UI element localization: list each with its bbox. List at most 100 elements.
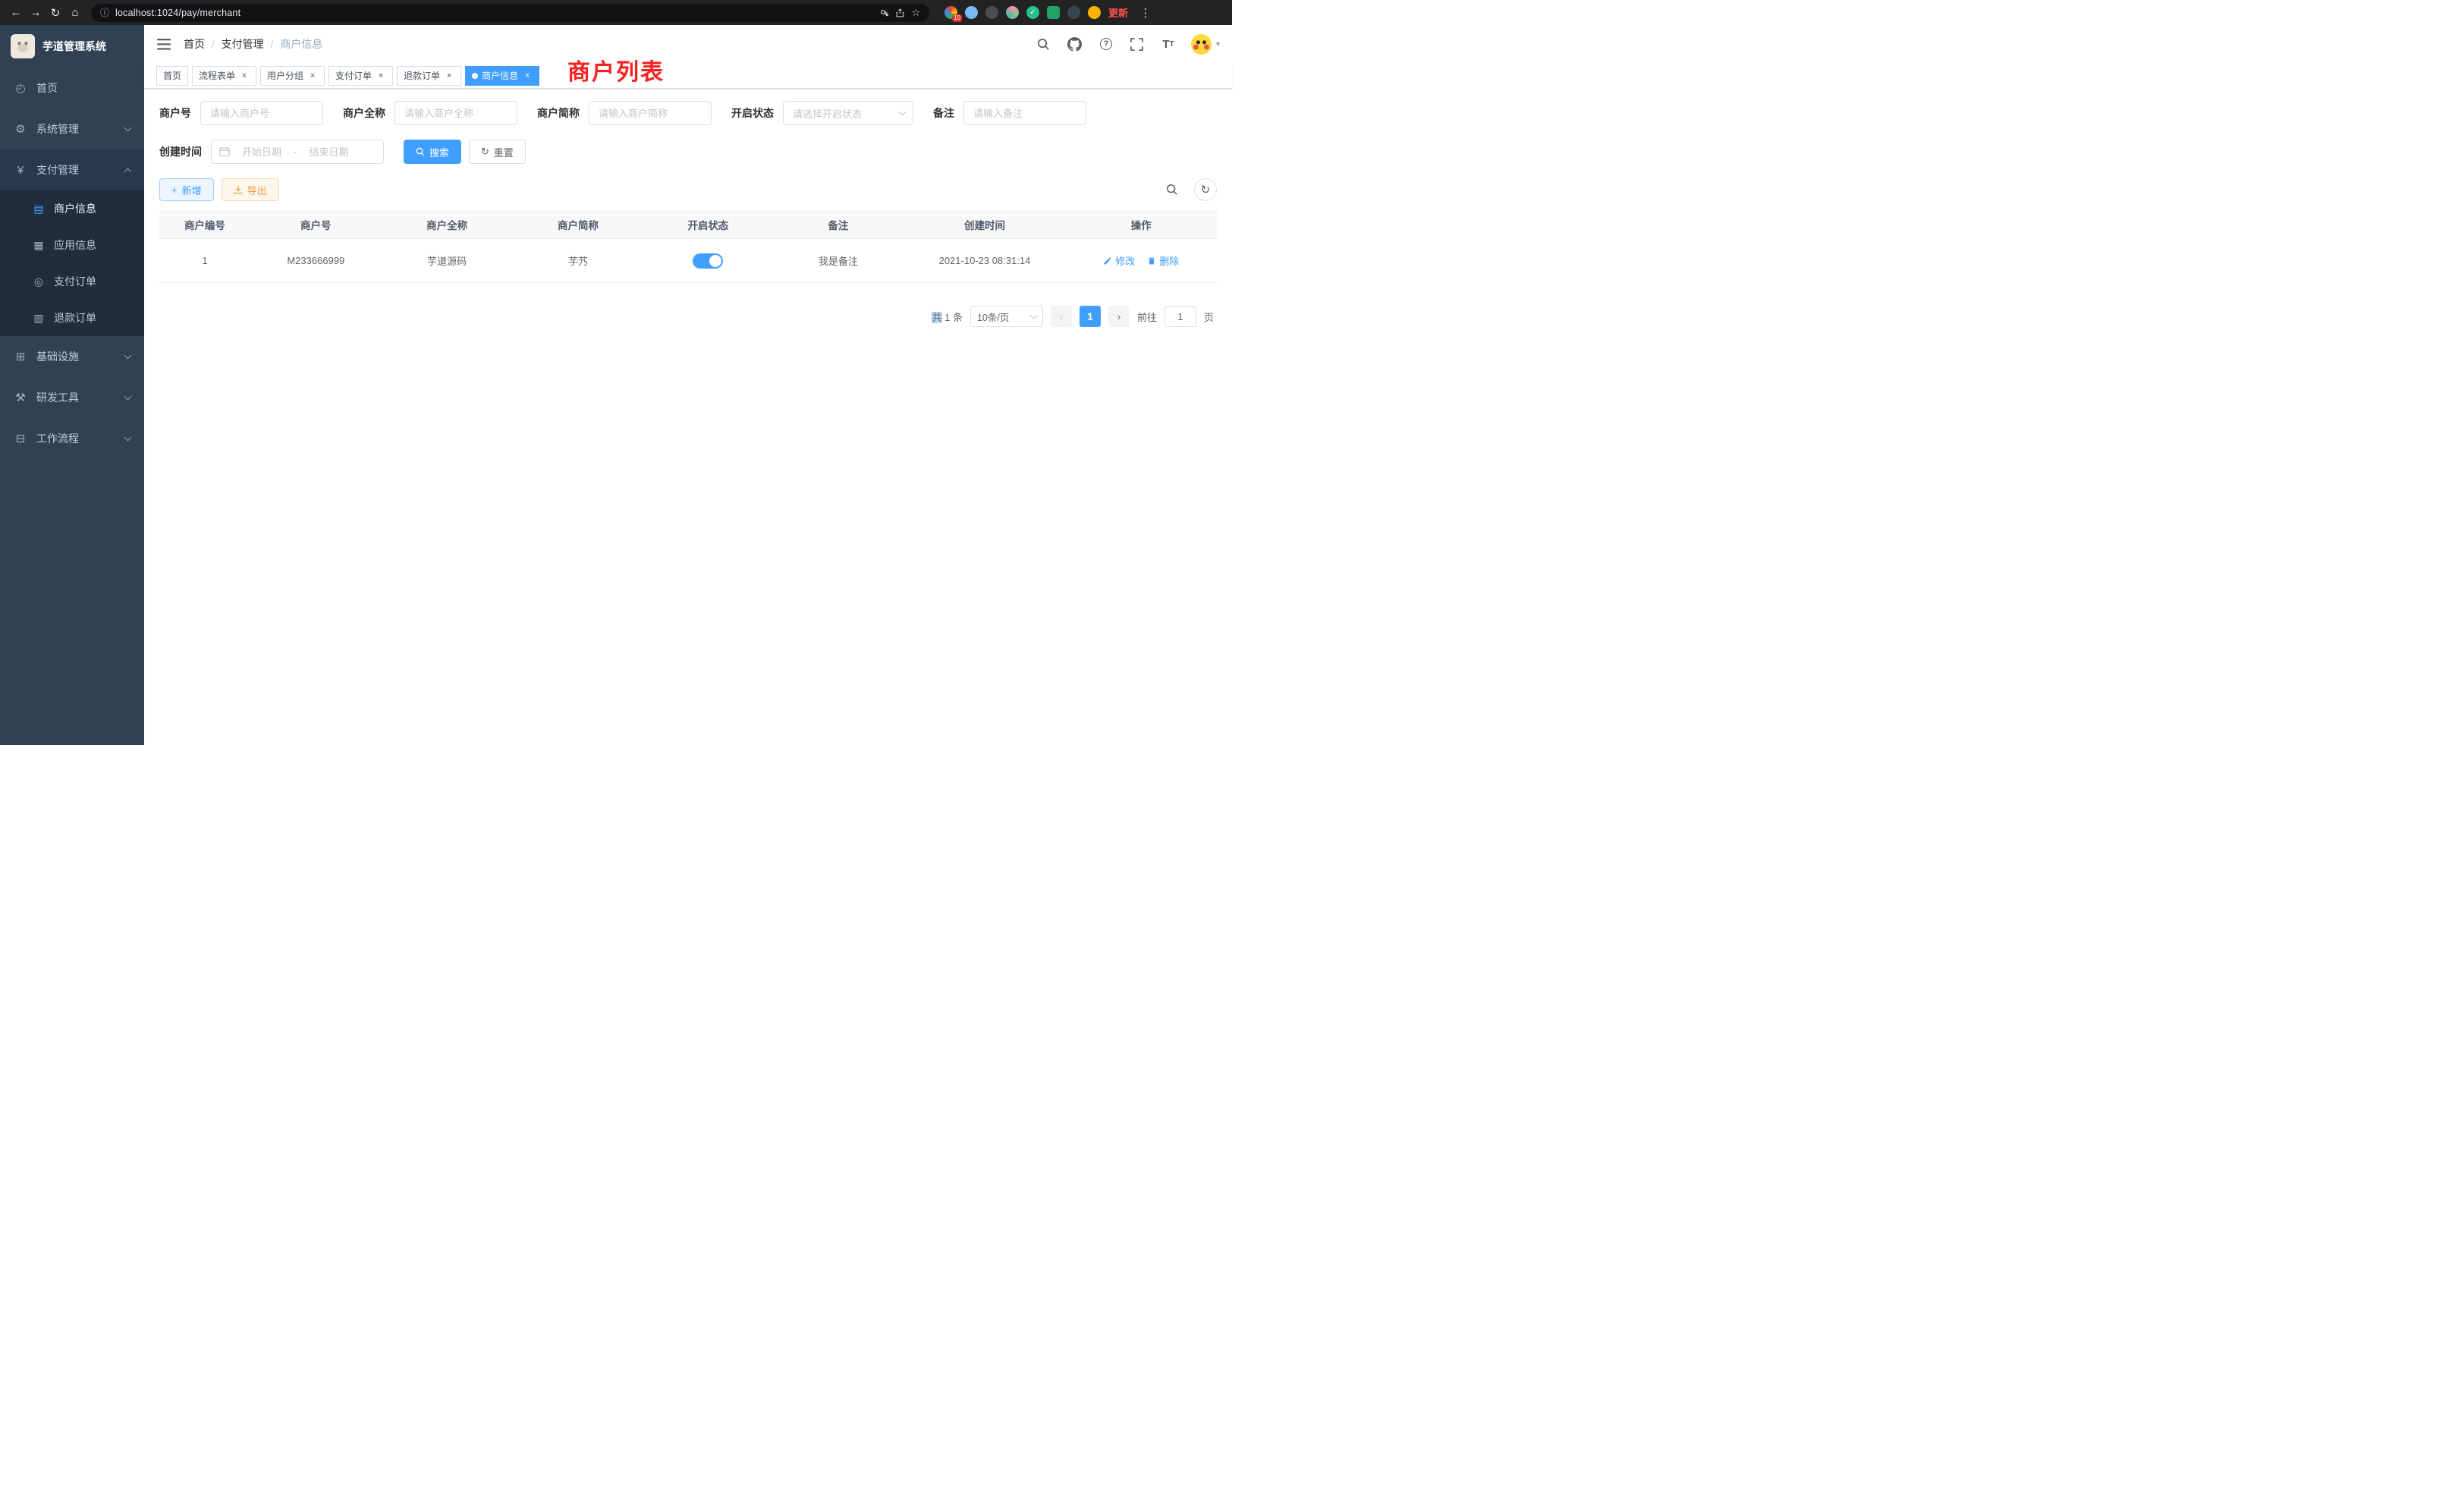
- sidebar-item-app-info[interactable]: ▦ 应用信息: [0, 227, 144, 263]
- password-key-icon[interactable]: [878, 8, 889, 18]
- status-select[interactable]: 请选择开启状态: [783, 101, 913, 125]
- tab-close-icon[interactable]: ×: [239, 71, 250, 81]
- page-1-button[interactable]: 1: [1080, 306, 1101, 327]
- browser-reload-button[interactable]: ↻: [46, 3, 65, 23]
- tab-refund-order[interactable]: 退款订单 ×: [397, 66, 461, 86]
- sidebar-item-label: 系统管理: [36, 121, 79, 137]
- table-toolbar: + 新增 导出 ↻: [159, 178, 1217, 201]
- tab-pay-order[interactable]: 支付订单 ×: [328, 66, 393, 86]
- merchant-name-input[interactable]: [394, 101, 517, 125]
- sidebar-item-label: 支付订单: [54, 274, 96, 289]
- font-size-icon[interactable]: TT: [1160, 36, 1177, 52]
- tab-home[interactable]: 首页: [156, 66, 188, 86]
- address-bar[interactable]: ⓘ localhost:1024/pay/merchant ☆: [91, 4, 929, 22]
- extension-colorful-icon[interactable]: 10: [944, 6, 957, 19]
- col-merchant-short: 商户简称: [513, 217, 644, 232]
- reset-button[interactable]: ↻ 重置: [469, 140, 526, 164]
- browser-home-button[interactable]: ⌂: [65, 3, 85, 23]
- sidebar-item-payment[interactable]: ¥ 支付管理: [0, 149, 144, 190]
- browser-update-button[interactable]: 更新: [1108, 5, 1128, 20]
- goto-page-input[interactable]: [1164, 306, 1196, 327]
- breadcrumb-home[interactable]: 首页: [184, 36, 205, 52]
- sidebar-item-system[interactable]: ⚙ 系统管理: [0, 108, 144, 149]
- page-unit-label: 页: [1204, 310, 1214, 324]
- briefcase-icon: ⊟: [14, 432, 27, 445]
- browser-forward-button[interactable]: →: [26, 3, 46, 23]
- sidebar-item-home[interactable]: ◴ 首页: [0, 68, 144, 108]
- extension-green-check-icon[interactable]: ✓: [1026, 6, 1039, 19]
- refresh-table-icon[interactable]: ↻: [1194, 178, 1217, 201]
- extension-dark-circle-icon[interactable]: [985, 6, 998, 19]
- document-icon: ▥: [32, 312, 46, 325]
- delete-link[interactable]: 删除: [1147, 253, 1179, 268]
- tab-process-form[interactable]: 流程表单 ×: [192, 66, 256, 86]
- browser-menu-icon[interactable]: ⋮: [1136, 3, 1155, 23]
- status-toggle[interactable]: [693, 253, 723, 269]
- help-icon[interactable]: ?: [1098, 36, 1114, 52]
- extensions-row: 10 ✓: [944, 6, 1101, 19]
- breadcrumb-payment[interactable]: 支付管理: [222, 36, 264, 52]
- download-icon: [234, 185, 243, 194]
- prev-page-button[interactable]: ‹: [1051, 306, 1072, 327]
- payment-submenu: ▤ 商户信息 ▦ 应用信息 ◎ 支付订单 ▥ 退款订单: [0, 190, 144, 336]
- next-page-button[interactable]: ›: [1108, 306, 1130, 327]
- breadcrumb-separator: /: [271, 39, 274, 50]
- tab-user-group[interactable]: 用户分组 ×: [260, 66, 325, 86]
- search-button[interactable]: 搜索: [404, 140, 461, 164]
- main-area: 首页 / 支付管理 / 商户信息 ? TT: [144, 25, 1232, 745]
- fullscreen-icon[interactable]: [1129, 36, 1146, 52]
- github-icon[interactable]: [1067, 36, 1083, 52]
- page-size-select[interactable]: 10条/页: [970, 306, 1043, 327]
- tab-close-icon[interactable]: ×: [376, 71, 386, 81]
- gear-icon: ⚙: [14, 122, 27, 136]
- sidebar-item-pay-order[interactable]: ◎ 支付订单: [0, 263, 144, 300]
- hamburger-icon[interactable]: [156, 36, 171, 52]
- chevron-down-icon: [1030, 312, 1038, 319]
- create-time-range-picker[interactable]: -: [211, 140, 384, 164]
- calendar-icon: [219, 146, 230, 157]
- extension-emoji-icon[interactable]: [1088, 6, 1101, 19]
- add-button[interactable]: + 新增: [159, 178, 214, 201]
- extension-green-square-icon[interactable]: [1047, 6, 1060, 19]
- start-date-input[interactable]: [234, 146, 289, 158]
- edit-link[interactable]: 修改: [1103, 253, 1135, 268]
- sidebar-item-merchant-info[interactable]: ▤ 商户信息: [0, 190, 144, 227]
- header-search-icon[interactable]: [1036, 36, 1052, 52]
- merchant-no-input[interactable]: [200, 101, 323, 125]
- sidebar-item-workflow[interactable]: ⊟ 工作流程: [0, 418, 144, 459]
- toggle-search-icon[interactable]: [1161, 178, 1183, 201]
- plus-icon: +: [171, 184, 178, 196]
- cell-status: [643, 253, 772, 269]
- sidebar-item-refund-order[interactable]: ▥ 退款订单: [0, 300, 144, 336]
- bookmark-star-icon[interactable]: ☆: [911, 7, 920, 19]
- breadcrumb-separator: /: [212, 39, 215, 50]
- extension-blue-drop-icon[interactable]: [965, 6, 978, 19]
- extension-avatar-icon[interactable]: [1006, 6, 1019, 19]
- browser-back-button[interactable]: ←: [6, 3, 26, 23]
- date-separator: -: [294, 146, 297, 158]
- extension-pinwheel-icon[interactable]: [1067, 6, 1080, 19]
- merchant-short-input[interactable]: [589, 101, 712, 125]
- goto-label: 前往: [1137, 310, 1157, 324]
- site-info-icon[interactable]: ⓘ: [100, 6, 109, 19]
- sidebar-item-label: 基础设施: [36, 349, 79, 364]
- col-merchant-name: 商户全称: [382, 217, 513, 232]
- filter-label: 商户简称: [537, 105, 580, 121]
- sidebar-item-infrastructure[interactable]: ⊞ 基础设施: [0, 336, 144, 377]
- remark-input[interactable]: [963, 101, 1086, 125]
- tab-close-icon[interactable]: ×: [307, 71, 318, 81]
- cell-actions: 修改 删除: [1066, 253, 1217, 268]
- sidebar-item-devtools[interactable]: ⚒ 研发工具: [0, 377, 144, 418]
- filter-remark: 备注: [933, 101, 1086, 125]
- filter-row-2: 创建时间 - 搜索 ↻ 重置: [159, 140, 1217, 164]
- tab-close-icon[interactable]: ×: [522, 71, 533, 81]
- tab-merchant-info[interactable]: 商户信息 ×: [465, 66, 539, 86]
- dashboard-icon: ◴: [14, 81, 27, 95]
- tab-close-icon[interactable]: ×: [444, 71, 454, 81]
- end-date-input[interactable]: [301, 146, 356, 158]
- filter-label: 商户号: [159, 105, 191, 121]
- user-avatar-dropdown[interactable]: ▾: [1191, 34, 1220, 55]
- caret-down-icon: ▾: [1216, 40, 1220, 49]
- export-button[interactable]: 导出: [222, 178, 279, 201]
- share-icon[interactable]: [895, 8, 905, 18]
